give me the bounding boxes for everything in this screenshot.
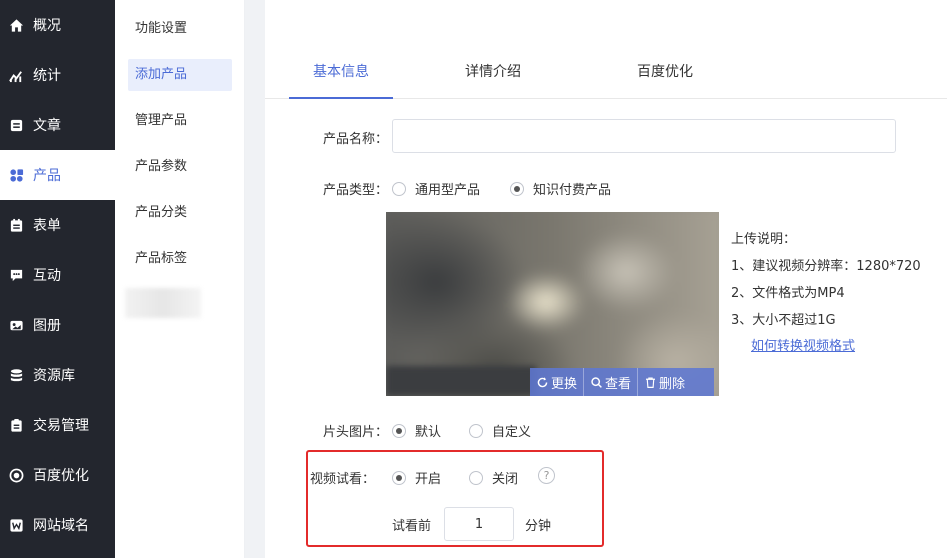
album-icon (9, 318, 24, 333)
delete-video-button[interactable]: 删除 (638, 368, 691, 396)
sidebar-item-forms[interactable]: 表单 (0, 200, 115, 250)
trial-before-label: 试看前 (392, 519, 432, 534)
product-type-label: 产品类型： (323, 183, 389, 198)
clipboard-icon (9, 418, 24, 433)
article-icon (9, 118, 24, 133)
sidebar-item-label: 产品 (33, 168, 61, 184)
sidebar-item-transactions[interactable]: 交易管理 (0, 400, 115, 450)
sidebar-item-albums[interactable]: 图册 (0, 300, 115, 350)
radio-circle (392, 470, 406, 485)
submenu-item-manage-products[interactable]: 管理产品 (128, 105, 232, 137)
refresh-icon (537, 376, 548, 387)
trial-minutes-input[interactable] (444, 507, 514, 541)
sidebar-item-products[interactable]: 产品 (0, 150, 115, 200)
database-icon (9, 368, 24, 383)
sidebar-item-label: 百度优化 (33, 468, 89, 484)
view-label: 查看 (605, 376, 632, 392)
product-type-general-radio[interactable]: 通用型产品 (392, 179, 480, 198)
submenu-item-add-product[interactable]: 添加产品 (128, 59, 232, 91)
sidebar-item-baidu-seo[interactable]: 百度优化 (0, 450, 115, 500)
sidebar-item-label: 文章 (33, 118, 61, 134)
tab-bar: 基本信息 详情介绍 百度优化 (265, 50, 947, 99)
sidebar-item-domain[interactable]: 网站域名 (0, 500, 115, 550)
grid-icon (9, 168, 24, 183)
form-icon (9, 218, 24, 233)
sidebar-item-label: 统计 (33, 68, 61, 84)
product-type-knowledge-radio[interactable]: 知识付费产品 (510, 179, 611, 198)
blurred-submenu-item (125, 288, 201, 318)
product-submenu: 功能设置 添加产品 管理产品 产品参数 产品分类 产品标签 (115, 0, 245, 558)
radio-label: 自定义 (492, 425, 532, 440)
home-icon (9, 18, 24, 33)
product-name-label: 产品名称： (323, 132, 389, 147)
radio-label: 开启 (415, 472, 442, 487)
sidebar-item-resources[interactable]: 资源库 (0, 350, 115, 400)
radio-circle (392, 423, 406, 438)
trial-on-radio[interactable]: 开启 (392, 468, 441, 487)
target-icon (9, 468, 24, 483)
help-icon[interactable]: ? (538, 467, 555, 484)
trial-off-radio[interactable]: 关闭 (469, 468, 518, 487)
sidebar-item-label: 资源库 (33, 368, 75, 384)
video-trial-label: 视频试看： (310, 472, 376, 487)
radio-label: 知识付费产品 (533, 183, 612, 198)
sidebar-item-label: 概况 (33, 18, 61, 34)
radio-circle (469, 470, 483, 485)
delete-label: 删除 (659, 376, 686, 392)
search-icon (591, 376, 602, 388)
cover-custom-radio[interactable]: 自定义 (469, 421, 531, 440)
upload-note-line: 2、文件格式为MP4 (731, 286, 845, 301)
w-icon (9, 518, 24, 533)
layout-gutter (245, 0, 265, 558)
view-video-button[interactable]: 查看 (584, 368, 639, 396)
tab-details[interactable]: 详情介绍 (453, 50, 533, 99)
video-preview: 更换 查看 删除 (386, 212, 719, 396)
radio-label: 通用型产品 (415, 183, 481, 198)
radio-circle (510, 181, 524, 196)
main-sidebar: 概况 统计 文章 产品 表单 互动 图册 资源库 交易管理 百度优化 网站域名 (0, 0, 115, 558)
submenu-item-settings[interactable]: 功能设置 (128, 13, 232, 45)
radio-label: 关闭 (492, 472, 519, 487)
sidebar-item-overview[interactable]: 概况 (0, 0, 115, 50)
radio-circle (469, 423, 483, 438)
trash-icon (646, 376, 655, 388)
upload-note-line: 3、大小不超过1G (731, 313, 836, 328)
video-caption-blur (386, 366, 536, 396)
sidebar-item-label: 网站域名 (33, 518, 89, 534)
chart-icon (9, 68, 24, 83)
tab-basic-info[interactable]: 基本信息 (289, 50, 393, 99)
sidebar-item-label: 图册 (33, 318, 61, 334)
upload-note-line: 1、建议视频分辨率：1280*720 (731, 259, 921, 274)
sidebar-item-stats[interactable]: 统计 (0, 50, 115, 100)
radio-label: 默认 (415, 425, 442, 440)
chat-icon (9, 268, 24, 283)
convert-video-format-link[interactable]: 如何转换视频格式 (751, 335, 855, 354)
sidebar-item-articles[interactable]: 文章 (0, 100, 115, 150)
tab-baidu-seo[interactable]: 百度优化 (625, 50, 705, 99)
replace-label: 更换 (551, 376, 578, 392)
cover-default-radio[interactable]: 默认 (392, 421, 441, 440)
trial-unit-label: 分钟 (525, 519, 552, 534)
submenu-item-product-params[interactable]: 产品参数 (128, 151, 232, 183)
submenu-item-product-tags[interactable]: 产品标签 (128, 243, 232, 275)
submenu-item-product-categories[interactable]: 产品分类 (128, 197, 232, 229)
sidebar-item-interaction[interactable]: 互动 (0, 250, 115, 300)
main-content: 基本信息 详情介绍 百度优化 产品名称： 产品类型： 通用型产品 知识付费产品 … (265, 0, 947, 558)
sidebar-item-label: 表单 (33, 218, 61, 234)
product-name-input[interactable] (392, 119, 896, 153)
sidebar-item-label: 互动 (33, 268, 61, 284)
video-action-bar: 更换 查看 删除 (530, 368, 714, 396)
upload-notes-title: 上传说明： (731, 232, 797, 247)
cover-image-label: 片头图片： (323, 425, 389, 440)
replace-video-button[interactable]: 更换 (530, 368, 585, 396)
sidebar-item-label: 交易管理 (33, 418, 89, 434)
radio-circle (392, 181, 406, 196)
